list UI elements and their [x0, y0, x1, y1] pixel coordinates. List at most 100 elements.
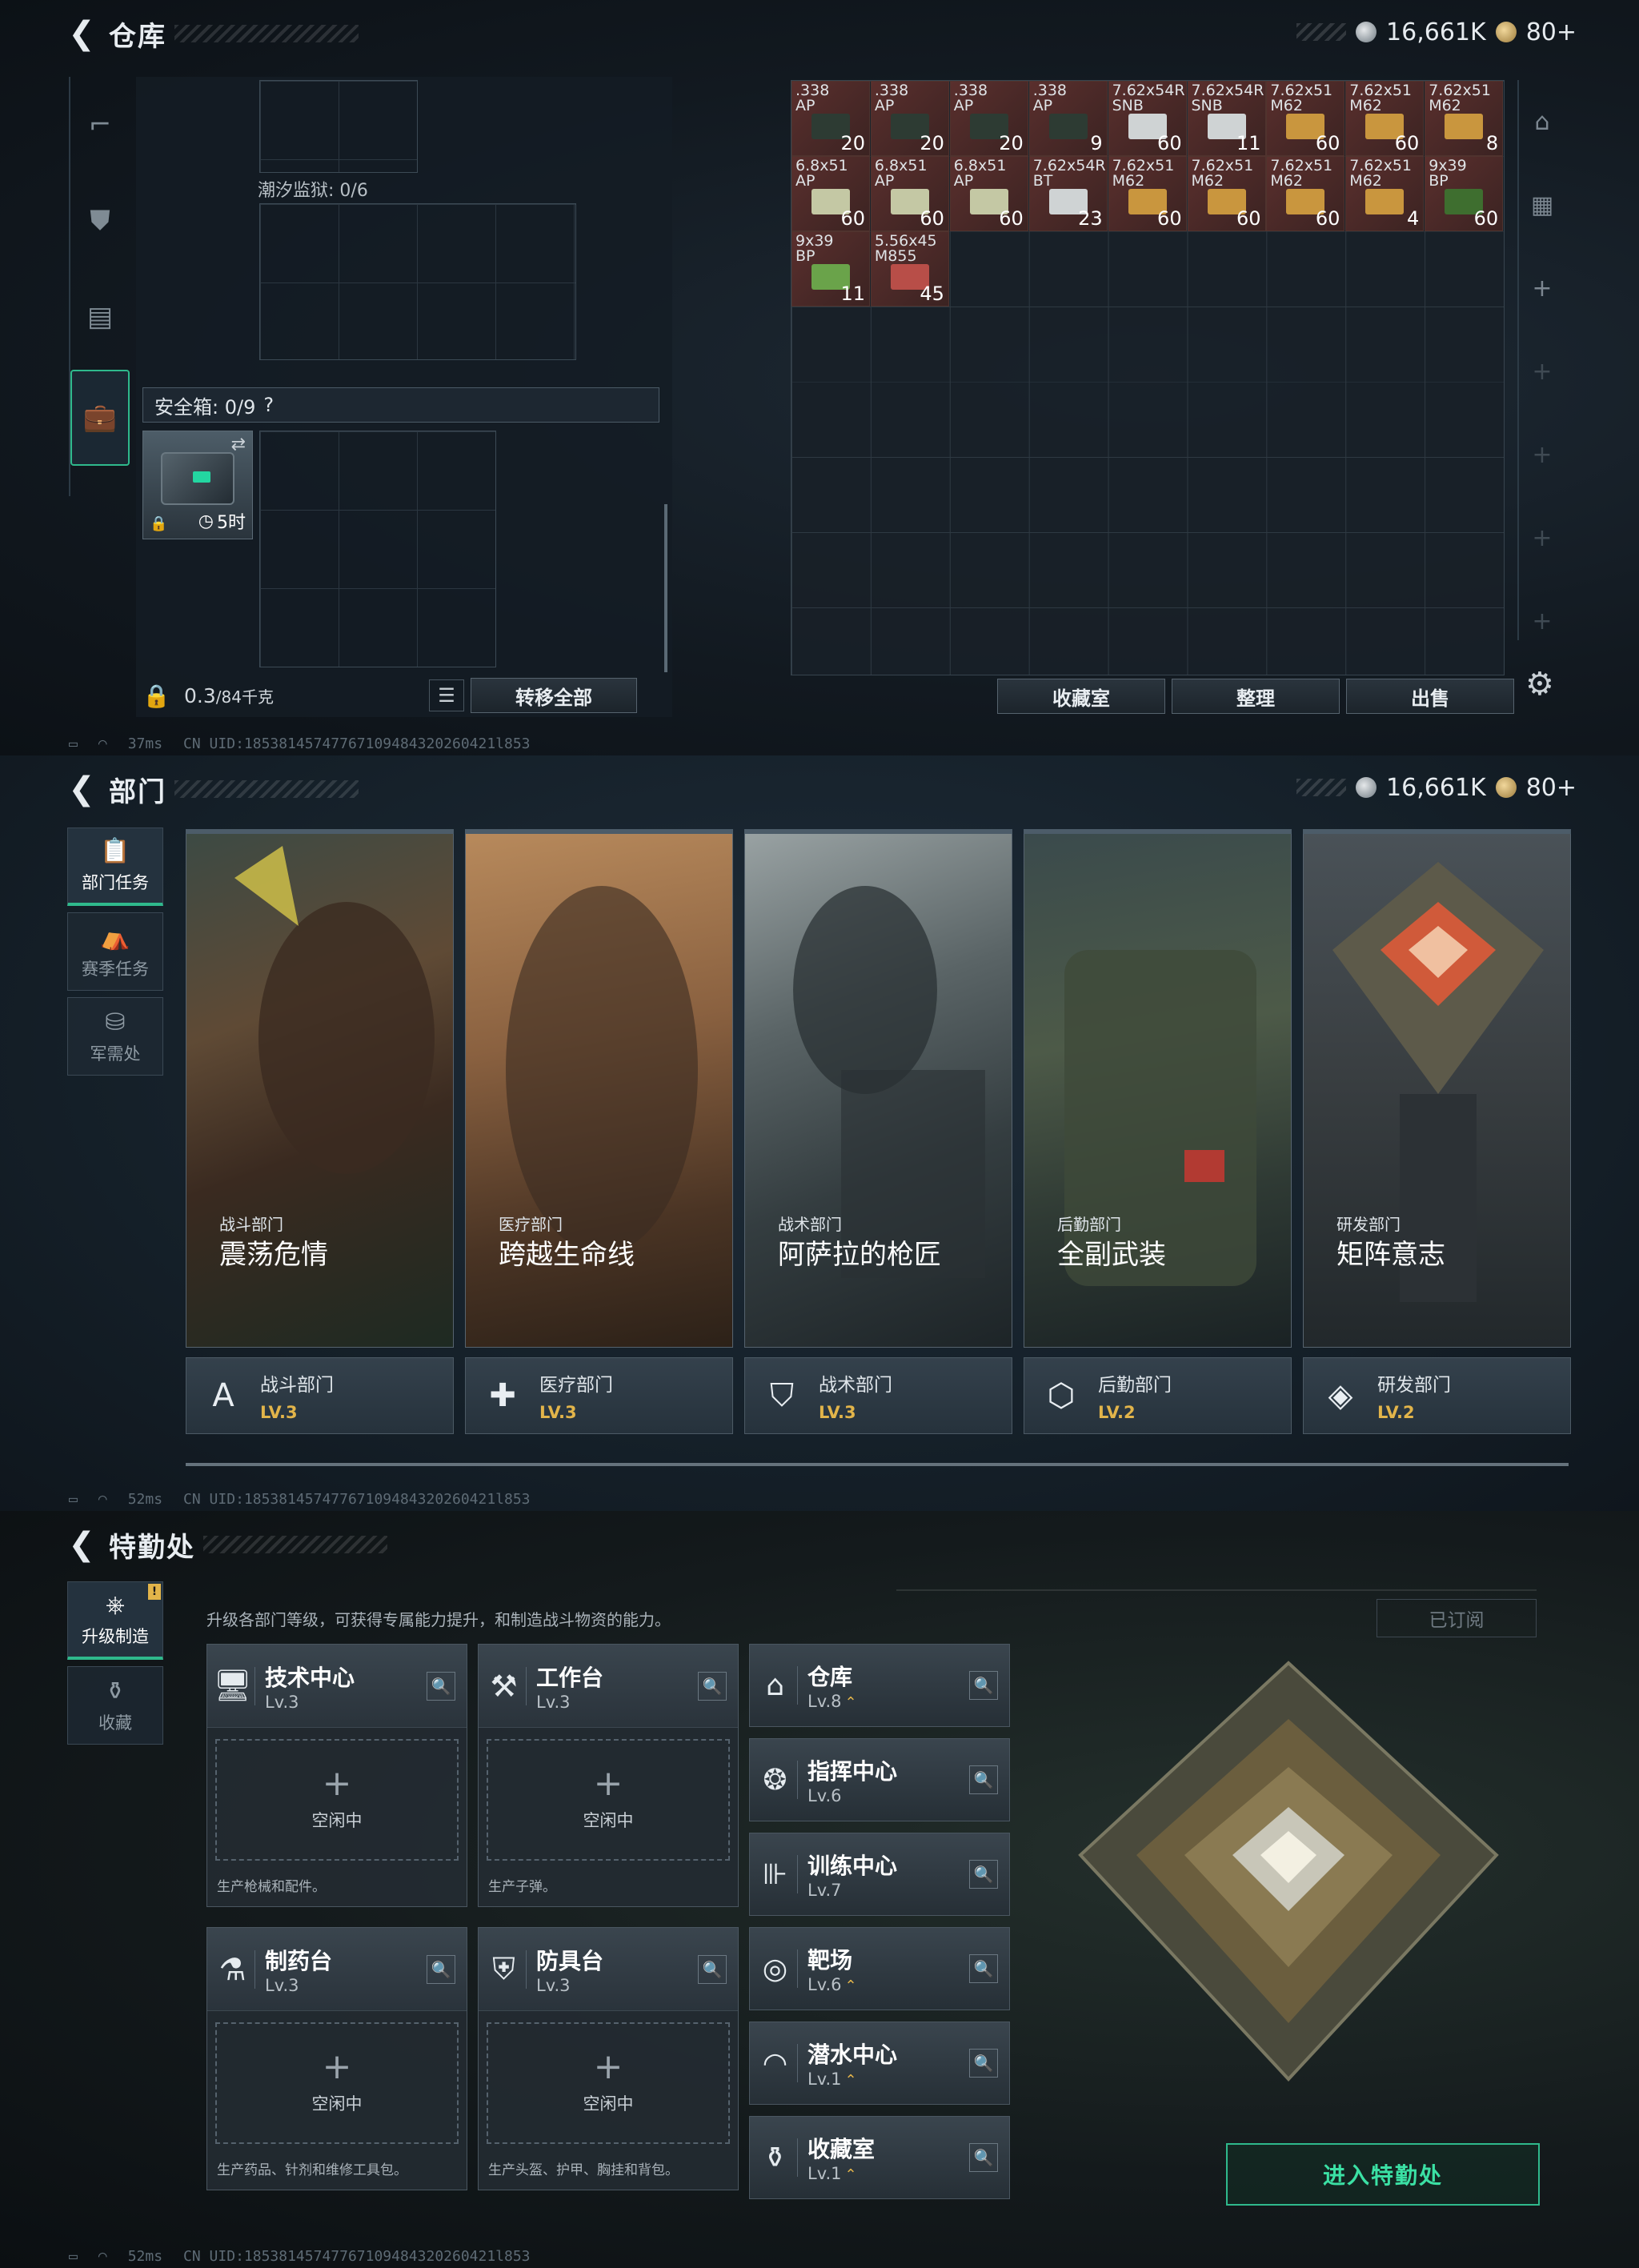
room-command-center[interactable]: ❂ 指挥中心 Lv.6 🔍: [749, 1738, 1010, 1821]
search-icon[interactable]: 🔍: [969, 1671, 998, 1700]
back-arrow-icon[interactable]: ❮: [67, 15, 96, 52]
subscribed-button[interactable]: 已订阅: [1377, 1599, 1537, 1637]
room-level-value: Lv.8: [807, 1692, 842, 1711]
room-training-center[interactable]: ⊪ 训练中心 Lv.7 🔍: [749, 1833, 1010, 1916]
swap-icon[interactable]: ⇄: [231, 435, 246, 455]
ammo-item[interactable]: 7.62x54R SNB 60: [1108, 81, 1187, 156]
facility-tech-center[interactable]: 🖥 技术中心 Lv.3 🔍 + 空闲中 生产枪械和配件。: [206, 1644, 467, 1907]
search-icon[interactable]: 🔍: [969, 2049, 998, 2078]
craft-slot[interactable]: + 空闲中: [215, 1739, 459, 1861]
sell-button[interactable]: 出售: [1346, 679, 1514, 714]
room-shooting-range[interactable]: ◎ 靶场 Lv.6 ⌃ 🔍: [749, 1927, 1010, 2010]
pistol-icon[interactable]: ⌐: [70, 77, 130, 173]
nav-upgrade-craft[interactable]: ! ⎈ 升级制造: [67, 1581, 163, 1660]
container-grid-top[interactable]: [259, 80, 418, 173]
department-card-combat[interactable]: 战斗部门 震荡危情 A 战斗部门 LV.3: [186, 829, 454, 1448]
department-card-research[interactable]: 研发部门 矩阵意志 ◈ 研发部门 LV.2: [1303, 829, 1571, 1448]
ammo-item[interactable]: 6.8x51 AP 60: [791, 156, 870, 231]
container-grid-mid[interactable]: [259, 203, 576, 360]
nav-department-missions[interactable]: 📋 部门任务: [67, 827, 163, 906]
add-tab-icon[interactable]: +: [1519, 246, 1565, 330]
ammo-name: 7.62x54R SNB: [1191, 82, 1264, 114]
facility-description: 生产头盔、护甲、胸挂和背包。: [488, 2162, 679, 2178]
room-warehouse[interactable]: ⌂ 仓库 Lv.8 ⌃ 🔍: [749, 1644, 1010, 1727]
add-tab-icon[interactable]: +: [1519, 330, 1565, 413]
department-card-medical[interactable]: 医疗部门 跨越生命线 ✚ 医疗部门 LV.3: [465, 829, 733, 1448]
search-icon[interactable]: 🔍: [698, 1671, 727, 1701]
ammo-item[interactable]: 7.62x51 M62 60: [1108, 156, 1187, 231]
room-diving-center[interactable]: ◠ 潜水中心 Lv.1 ⌃ 🔍: [749, 2022, 1010, 2105]
search-icon[interactable]: 🔍: [969, 2143, 998, 2172]
facility-armor-bench[interactable]: ⛨ 防具台 Lv.3 🔍 + 空闲中 生产头盔、护甲、胸挂和背包。: [478, 1927, 739, 2190]
stash-page-icon[interactable]: ▦: [1519, 163, 1565, 246]
search-icon[interactable]: 🔍: [969, 1954, 998, 1983]
craft-slot[interactable]: + 空闲中: [487, 1739, 730, 1861]
ammo-name: 6.8x51 AP: [953, 157, 1007, 190]
gear-icon[interactable]: ⚙: [1525, 666, 1554, 703]
search-icon[interactable]: 🔍: [969, 1860, 998, 1889]
nav-collection[interactable]: ⚱ 收藏: [67, 1666, 163, 1745]
armor-icon[interactable]: ⛊: [70, 173, 130, 269]
sort-button[interactable]: 整理: [1172, 679, 1340, 714]
ammo-item[interactable]: .338 AP 20: [870, 81, 949, 156]
ammo-item[interactable]: 7.62x51 M62 4: [1345, 156, 1425, 231]
search-icon[interactable]: 🔍: [698, 1954, 727, 1984]
ammo-item[interactable]: 6.8x51 AP 60: [870, 156, 949, 231]
add-tab-icon[interactable]: +: [1519, 413, 1565, 496]
room-collection[interactable]: ⚱ 收藏室 Lv.1 ⌃ 🔍: [749, 2116, 1010, 2199]
ammo-item[interactable]: 7.62x51 M62 60: [1266, 81, 1345, 156]
armor-icon: ⛨: [488, 1949, 527, 1989]
ammo-name: 7.62x51 M62: [1191, 157, 1254, 190]
ammo-item[interactable]: .338 AP 9: [1028, 81, 1108, 156]
ammo-box-icon: [1365, 189, 1405, 214]
ammo-item[interactable]: 6.8x51 AP 60: [949, 156, 1028, 231]
craft-slot[interactable]: + 空闲中: [487, 2022, 730, 2144]
add-tab-icon[interactable]: +: [1519, 579, 1565, 663]
search-icon[interactable]: 🔍: [427, 1954, 455, 1984]
add-tab-icon[interactable]: +: [1519, 496, 1565, 579]
list-view-icon[interactable]: ☰: [429, 679, 464, 711]
dept-level: LV.2: [1377, 1403, 1415, 1422]
safe-box-item[interactable]: ⇄ 🔒 ◷ 5时: [142, 431, 253, 539]
scrollbar[interactable]: [664, 504, 667, 672]
room-level: Lv.8 ⌃: [807, 1692, 857, 1711]
special-ops-nav: ! ⎈ 升级制造 ⚱ 收藏: [67, 1581, 163, 1751]
ammo-item[interactable]: 9x39 BP 11: [791, 231, 870, 307]
ammo-item[interactable]: 5.56x45 M855 45: [870, 231, 949, 307]
ammo-item[interactable]: 7.62x54R SNB 11: [1187, 81, 1266, 156]
department-card-logistics[interactable]: 后勤部门 全副武装 ⬡ 后勤部门 LV.2: [1024, 829, 1292, 1448]
ammo-item[interactable]: .338 AP 20: [949, 81, 1028, 156]
search-icon[interactable]: 🔍: [427, 1671, 455, 1701]
nav-quartermaster[interactable]: ⛁ 军需处: [67, 997, 163, 1076]
ammo-count: 20: [920, 132, 944, 154]
back-arrow-icon[interactable]: ❮: [67, 771, 96, 807]
ammo-item[interactable]: 7.62x51 M62 60: [1345, 81, 1425, 156]
ping: 37ms: [127, 735, 163, 752]
ammo-item[interactable]: .338 AP 20: [791, 81, 870, 156]
ammo-box-icon: [1445, 114, 1484, 139]
ammo-count: 60: [999, 207, 1024, 230]
ammo-item[interactable]: 7.62x54R BT 23: [1028, 156, 1108, 231]
department-card-tactical[interactable]: 战术部门 阿萨拉的枪匠 ⛉ 战术部门 LV.3: [744, 829, 1012, 1448]
transfer-all-button[interactable]: 转移全部: [471, 678, 637, 713]
search-icon[interactable]: 🔍: [969, 1765, 998, 1794]
ammo-item[interactable]: 7.62x51 M62 8: [1425, 81, 1504, 156]
craft-slot[interactable]: + 空闲中: [215, 2022, 459, 2144]
nav-season-missions[interactable]: ⛺ 赛季任务: [67, 912, 163, 991]
back-arrow-icon[interactable]: ❮: [67, 1526, 96, 1563]
stash-grid[interactable]: .338 AP 20.338 AP 20.338 AP 20.338 AP 9 7.62x…: [791, 80, 1505, 675]
stash-home-icon[interactable]: ⌂: [1519, 80, 1565, 163]
help-icon[interactable]: ?: [263, 394, 274, 416]
facility-pharmacy[interactable]: ⚗ 制药台 Lv.3 🔍 + 空闲中 生产药品、针剂和维修工具包。: [206, 1927, 467, 2190]
ammo-item[interactable]: 7.62x51 M62 60: [1266, 156, 1345, 231]
safe-box-label: 安全箱: 0/9: [154, 395, 256, 419]
facility-workbench[interactable]: ⚒ 工作台 Lv.3 🔍 + 空闲中 生产子弹。: [478, 1644, 739, 1907]
ammo-item[interactable]: 7.62x51 M62 60: [1187, 156, 1266, 231]
briefcase-icon[interactable]: 💼: [70, 370, 130, 466]
safe-box-grid[interactable]: [259, 431, 496, 667]
scroll-track[interactable]: [186, 1463, 1569, 1466]
collection-room-button[interactable]: 收藏室: [997, 679, 1165, 714]
backpack-icon[interactable]: ▤: [70, 269, 130, 365]
ammo-item[interactable]: 9x39 BP 60: [1425, 156, 1504, 231]
enter-special-ops-button[interactable]: 进入特勤处: [1226, 2143, 1540, 2206]
